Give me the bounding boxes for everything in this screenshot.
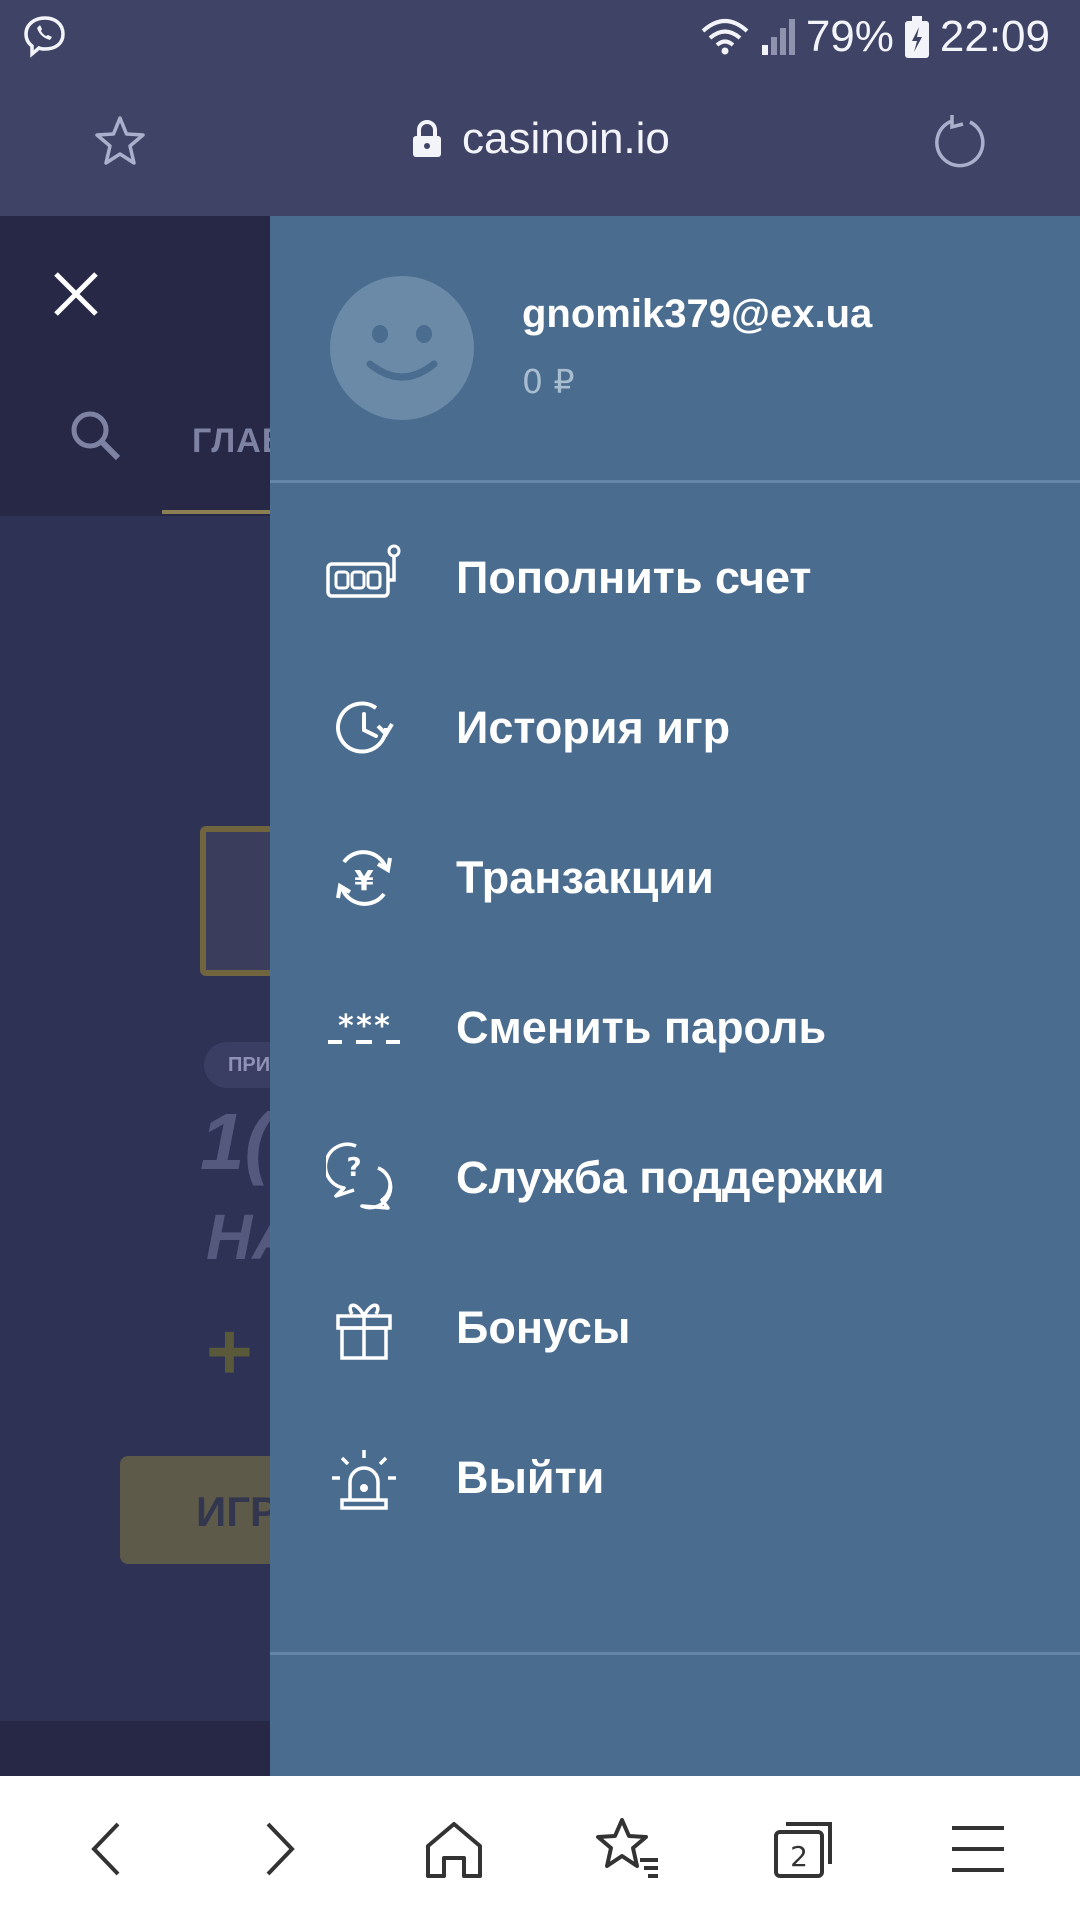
battery-percent: 79% [805,12,894,61]
promo-headline-1: 1( [200,1097,270,1186]
support-chat-icon: ? [323,1140,402,1216]
user-balance: 0 ₽ [522,362,575,401]
menu-item-bonuses[interactable]: Бонусы [270,1254,1080,1404]
menu-item-transactions[interactable]: ¥ Транзакции [270,804,1080,954]
close-icon[interactable] [50,268,102,324]
menu-item-label: Транзакции [456,852,714,903]
avatar[interactable] [330,276,474,420]
menu-item-label: Служба поддержки [456,1152,885,1203]
promo-image [200,826,270,976]
svg-text:¥: ¥ [354,864,374,897]
menu-item-logout[interactable]: Выйти [270,1404,1080,1554]
menu-item-game-history[interactable]: История игр [270,654,1080,804]
search-icon[interactable] [68,408,124,468]
menu-item-label: Пополнить счет [456,552,812,603]
url-field[interactable]: casinoin.io [410,114,670,164]
bookmark-star-icon[interactable] [92,114,148,174]
currency-exchange-icon: ¥ [326,840,402,916]
browser-address-bar: casinoin.io [0,76,1080,216]
forward-icon[interactable] [238,1816,318,1882]
signal-icon [761,19,795,55]
menu-item-label: История игр [456,702,731,753]
battery-charging-icon [904,16,929,58]
svg-text:***: *** [337,1009,391,1044]
home-icon[interactable] [414,1816,494,1882]
tab-indicator [162,510,270,514]
menu-icon[interactable] [938,1816,1018,1882]
background-page: ГЛАВ ПРИ 1( НА + ИГР [0,216,270,1776]
drawer-menu: Пополнить счет История игр ¥ Транзакции … [270,504,1080,1554]
promo-pill: ПРИ [204,1042,270,1088]
profile-section: gnomik379@ex.ua 0 ₽ [270,216,1080,482]
slot-machine-icon [326,540,402,616]
viber-icon [22,14,68,64]
menu-item-label: Сменить пароль [456,1002,827,1053]
history-clock-icon [326,690,402,766]
menu-item-label: Бонусы [456,1302,631,1353]
browser-bottom-nav: 2 [0,1776,1080,1920]
status-bar: 79% 22:09 [0,0,1080,76]
back-icon[interactable] [68,1816,148,1882]
bookmarks-icon[interactable] [588,1816,668,1882]
url-text: casinoin.io [462,114,670,163]
wifi-icon [701,19,749,55]
tabs-icon[interactable]: 2 [762,1816,842,1882]
tabs-count: 2 [790,1840,808,1873]
promo-plus: + [206,1307,253,1396]
page-footer [0,1721,270,1776]
user-email: gnomik379@ex.ua [522,292,873,336]
status-right: 79% 22:09 [700,12,1050,62]
gift-icon [326,1290,402,1366]
alarm-light-icon [326,1440,402,1516]
clock: 22:09 [939,12,1050,61]
menu-item-label: Выйти [456,1452,605,1503]
page-header [0,216,270,516]
svg-text:?: ? [346,1153,361,1183]
account-drawer: gnomik379@ex.ua 0 ₽ Пополнить счет Истор… [270,216,1080,1776]
promo-headline-2: НА [206,1201,270,1273]
tab-main[interactable]: ГЛАВ [192,422,270,461]
password-icon: *** [326,990,402,1066]
menu-item-change-password[interactable]: *** Сменить пароль [270,954,1080,1104]
menu-item-deposit[interactable]: Пополнить счет [270,504,1080,654]
menu-item-support[interactable]: ? Служба поддержки [270,1104,1080,1254]
reload-icon[interactable] [930,112,990,176]
divider [270,480,1080,483]
lock-icon [413,120,441,157]
divider [270,1652,1080,1655]
play-button[interactable]: ИГР [120,1456,270,1564]
